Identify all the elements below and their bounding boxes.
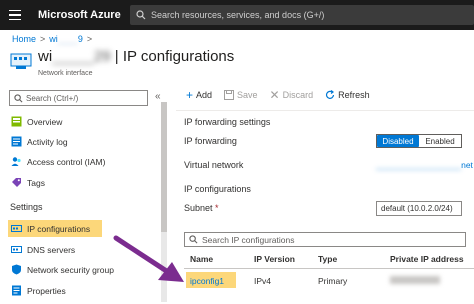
sidebar-item-label: Overview xyxy=(27,116,63,127)
virtual-network-link[interactable]: __________________net xyxy=(376,160,473,170)
sidebar-item-label: Tags xyxy=(27,177,45,188)
annotation-arrow-icon xyxy=(113,235,184,282)
properties-icon xyxy=(10,285,22,297)
tag-icon xyxy=(10,177,22,189)
access-control-icon xyxy=(10,156,22,168)
activity-log-icon xyxy=(10,136,22,148)
sidebar-item-access-control[interactable]: Access control (IAM) xyxy=(10,153,150,170)
sidebar-search-placeholder: Search (Ctrl+/) xyxy=(26,93,79,103)
refresh-icon xyxy=(326,90,335,99)
virtual-network-label: Virtual network xyxy=(184,160,244,170)
column-header-private-ip[interactable]: Private IP address xyxy=(390,254,464,264)
sidebar-item-label: DNS servers xyxy=(27,244,76,255)
sidebar-item-label: Activity log xyxy=(27,136,68,147)
close-icon: ✕ xyxy=(269,88,280,102)
breadcrumb-separator: > xyxy=(40,34,46,44)
breadcrumb: Home > wi____9 > xyxy=(12,34,92,44)
subnet-label: Subnet * xyxy=(184,203,219,213)
sidebar-item-activity-log[interactable]: Activity log xyxy=(10,133,150,150)
page-subtitle: Network interface xyxy=(38,70,93,77)
table-row-ip-version: IPv4 xyxy=(254,276,272,286)
subnet-dropdown[interactable]: default (10.0.2.0/24) xyxy=(376,201,462,216)
column-header-type[interactable]: Type xyxy=(318,254,337,264)
global-search-placeholder: Search resources, services, and docs (G+… xyxy=(151,10,325,20)
resource-header: wi_____29 | IP configurations Network in… xyxy=(10,48,470,82)
sidebar-item-label: Network security group xyxy=(27,264,114,275)
subnet-value: default (10.0.2.0/24) xyxy=(381,204,453,213)
ip-forwarding-toggle[interactable]: Disabled Enabled xyxy=(376,134,462,148)
sidebar-item-ip-configurations[interactable]: IP configurations xyxy=(8,220,102,237)
toggle-enabled-option[interactable]: Enabled xyxy=(419,135,461,147)
page-title: wi_____29 | IP configurations xyxy=(38,48,235,65)
brand-title[interactable]: Microsoft Azure xyxy=(38,9,121,21)
discard-label: Discard xyxy=(282,90,314,100)
menu-icon[interactable] xyxy=(0,0,30,30)
add-label: Add xyxy=(196,90,213,100)
table-row-type: Primary xyxy=(318,276,348,286)
overview-icon xyxy=(10,116,22,128)
sidebar-search-input[interactable]: Search (Ctrl+/) xyxy=(9,90,148,106)
collapse-sidebar-icon[interactable]: « xyxy=(155,91,161,102)
discard-button[interactable]: ✕ Discard xyxy=(269,88,314,102)
network-interface-icon xyxy=(10,53,32,69)
save-icon xyxy=(224,90,235,100)
breadcrumb-resource[interactable]: wi____9 xyxy=(49,34,83,44)
sidebar-item-tags[interactable]: Tags xyxy=(10,174,150,191)
column-header-ip-version[interactable]: IP Version xyxy=(254,254,295,264)
save-button[interactable]: Save xyxy=(224,90,258,100)
top-bar: Microsoft Azure Search resources, servic… xyxy=(0,0,474,30)
table-row-private-ip-redacted xyxy=(390,276,440,284)
sidebar-item-label: Properties xyxy=(27,285,66,296)
column-header-name[interactable]: Name xyxy=(190,254,213,264)
refresh-label: Refresh xyxy=(338,90,370,100)
breadcrumb-home[interactable]: Home xyxy=(12,34,36,44)
global-search-input[interactable]: Search resources, services, and docs (G+… xyxy=(130,5,474,25)
required-marker: * xyxy=(215,203,219,213)
table-row-name-link[interactable]: ipconfig1 xyxy=(190,276,224,286)
command-bar: + Add Save ✕ Discard Refresh xyxy=(186,88,370,102)
ip-config-search-placeholder: Search IP configurations xyxy=(202,234,295,245)
nsg-icon xyxy=(10,264,22,276)
search-icon xyxy=(189,235,198,244)
toolbar-divider xyxy=(176,110,474,111)
ip-configurations-heading: IP configurations xyxy=(184,184,251,194)
sidebar-item-overview[interactable]: Overview xyxy=(10,113,150,130)
sidebar-section-settings: Settings xyxy=(10,202,43,212)
toggle-disabled-option[interactable]: Disabled xyxy=(377,135,419,147)
sidebar-item-label: Access control (IAM) xyxy=(27,156,106,167)
scrollbar-thumb[interactable] xyxy=(161,102,167,232)
breadcrumb-separator: > xyxy=(86,34,93,44)
dns-icon xyxy=(10,244,22,256)
plus-icon: + xyxy=(186,88,194,102)
table-header-divider xyxy=(184,268,474,269)
search-icon xyxy=(136,10,146,20)
refresh-button[interactable]: Refresh xyxy=(325,90,370,100)
search-icon xyxy=(14,93,23,102)
ip-forwarding-settings-heading: IP forwarding settings xyxy=(184,117,271,127)
ip-config-search-input[interactable]: Search IP configurations xyxy=(184,232,466,247)
sidebar-item-label: IP configurations xyxy=(27,223,91,234)
ip-config-icon xyxy=(10,223,22,235)
add-button[interactable]: + Add xyxy=(186,88,213,102)
save-label: Save xyxy=(237,90,258,100)
ip-forwarding-label: IP forwarding xyxy=(184,136,237,146)
